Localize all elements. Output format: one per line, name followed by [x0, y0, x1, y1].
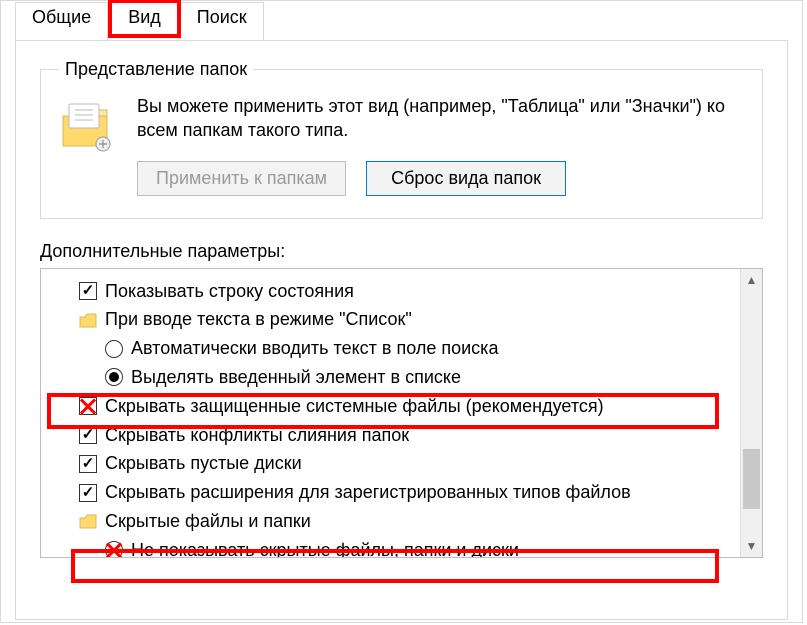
tab-general-label: Общие	[32, 7, 91, 27]
option-show-statusbar[interactable]: Показывать строку состояния	[79, 277, 736, 306]
checkbox-icon[interactable]	[79, 282, 97, 300]
tree-scrollbar[interactable]: ▲ ▼	[740, 269, 762, 557]
advanced-settings-tree: Показывать строку состояния При вводе те…	[40, 268, 763, 558]
option-hide-merge-conflicts[interactable]: Скрывать конфликты слияния папок	[79, 421, 736, 450]
tab-search-label: Поиск	[197, 7, 247, 27]
advanced-settings-label: Дополнительные параметры:	[40, 241, 763, 262]
advanced-settings-content: Показывать строку состояния При вводе те…	[41, 269, 740, 557]
option-hide-extensions[interactable]: Скрывать расширения для зарегистрированн…	[79, 478, 736, 507]
group-hidden-files: Скрытые файлы и папки	[79, 507, 736, 536]
folder-views-group: Представление папок Вы можете применить …	[40, 59, 763, 219]
option-dont-show-hidden[interactable]: Не показывать скрытые файлы, папки и дис…	[105, 536, 736, 557]
tab-search[interactable]: Поиск	[181, 2, 264, 41]
radio-icon[interactable]	[105, 368, 123, 386]
checkbox-icon[interactable]	[79, 484, 97, 502]
radio-icon[interactable]	[105, 340, 123, 358]
option-hide-protected[interactable]: Скрывать защищенные системные файлы (рек…	[79, 392, 736, 421]
option-select-typed[interactable]: Выделять введенный элемент в списке	[105, 363, 736, 392]
scroll-down-arrow-icon[interactable]: ▼	[741, 535, 762, 557]
folder-options-window: Общие Вид Поиск Представление папок Вы м…	[0, 0, 803, 623]
checkbox-icon[interactable]	[79, 455, 97, 473]
folder-views-legend: Представление папок	[59, 59, 253, 80]
scroll-thumb[interactable]	[743, 449, 760, 509]
tab-general[interactable]: Общие	[15, 2, 108, 41]
tab-strip: Общие Вид Поиск	[15, 1, 802, 40]
folder-views-description: Вы можете применить этот вид (например, …	[137, 94, 744, 143]
checkbox-redx-icon[interactable]	[105, 541, 123, 556]
checkbox-icon[interactable]	[79, 426, 97, 444]
scroll-up-arrow-icon[interactable]: ▲	[741, 269, 762, 291]
tab-view-label: Вид	[128, 7, 161, 27]
group-search-typing: При вводе текста в режиме "Список"	[79, 305, 736, 334]
tab-panel-view: Представление папок Вы можете применить …	[15, 40, 788, 620]
folder-view-icon	[59, 100, 115, 156]
folder-icon	[79, 513, 97, 529]
apply-to-folders-button: Применить к папкам	[137, 161, 346, 196]
checkbox-redx-icon[interactable]	[79, 397, 97, 415]
tab-view[interactable]: Вид	[108, 0, 181, 38]
option-hide-empty-drives[interactable]: Скрывать пустые диски	[79, 449, 736, 478]
option-auto-search[interactable]: Автоматически вводить текст в поле поиск…	[105, 334, 736, 363]
folder-icon	[79, 312, 97, 328]
reset-folders-button[interactable]: Сброс вида папок	[366, 161, 566, 196]
